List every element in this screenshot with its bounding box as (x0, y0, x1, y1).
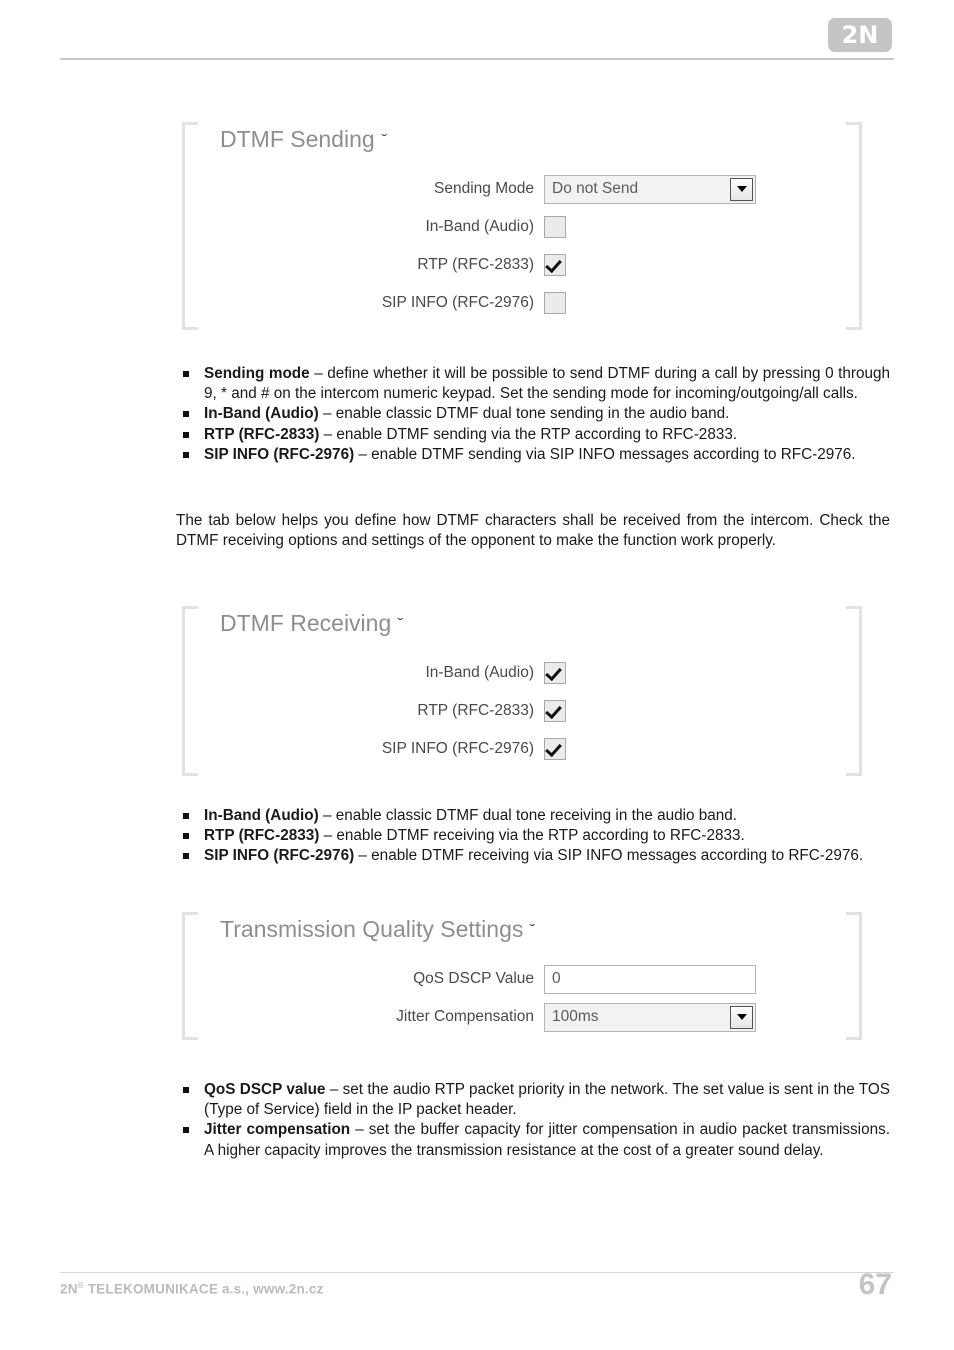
panel-title-transmission-quality[interactable]: Transmission Quality Settings ˇ (220, 916, 536, 943)
panel-title-text: DTMF Receiving (220, 610, 392, 636)
chevron-down-icon[interactable]: ˇ (530, 921, 536, 937)
bullet-text: – enable classic DTMF dual tone receivin… (318, 807, 738, 824)
middle-paragraph-block: The tab below helps you define how DTMF … (176, 511, 890, 551)
bullet-text: – enable DTMF receiving via the RTP acco… (319, 827, 745, 845)
brand-logo-2n: 2N (828, 18, 892, 52)
form-row-in-band-audio-send: In-Band (Audio) (182, 208, 862, 246)
footer-company-rest: TELEKOMUNIKACE a.s., www.2n.cz (83, 1281, 324, 1297)
bullet-term: Jitter compensation (204, 1121, 351, 1139)
form-row-sending-mode: Sending Mode Do not Send (182, 170, 862, 208)
checkbox-sip-info-rfc2976-receive[interactable] (544, 738, 566, 760)
form-row-sip-info-rfc2976-send: SIP INFO (RFC-2976) (182, 284, 862, 322)
checkbox-rtp-rfc2833-receive[interactable] (544, 700, 566, 722)
bullet-term: In-Band (Audio) (204, 807, 319, 824)
form-row-qos-dscp-value: QoS DSCP Value 0 (182, 960, 862, 998)
select-jitter-compensation-value: 100ms (552, 1008, 599, 1025)
control-wrap: 100ms (544, 1002, 756, 1032)
control-wrap (544, 216, 566, 238)
quality-description-block: QoS DSCP value – set the audio RTP packe… (176, 1080, 890, 1161)
form-row-rtp-rfc2833-receive: RTP (RFC-2833) (182, 692, 862, 730)
page-header: 2N (0, 0, 954, 70)
list-item: QoS DSCP value – set the audio RTP packe… (176, 1080, 890, 1120)
select-sending-mode[interactable]: Do not Send (544, 174, 756, 204)
sending-description-block: Sending mode – define whether it will be… (176, 364, 890, 465)
input-qos-dscp-value[interactable]: 0 (544, 964, 756, 994)
bullet-text: – enable DTMF receiving via SIP INFO mes… (354, 847, 864, 865)
list-item: In-Band (Audio) – enable classic DTMF du… (176, 404, 890, 424)
list-item: In-Band (Audio) – enable classic DTMF du… (176, 806, 890, 826)
form-row-jitter-compensation: Jitter Compensation 100ms (182, 998, 862, 1036)
form-row-in-band-audio-receive: In-Band (Audio) (182, 654, 862, 692)
dropdown-arrow-icon[interactable] (730, 177, 753, 201)
select-sending-mode-value: Do not Send (552, 180, 639, 197)
bullet-term: RTP (RFC-2833) (204, 827, 320, 845)
panel-form-rows: Sending Mode Do not Send In-Band (Audio)… (182, 170, 862, 322)
page-number: 67 (858, 1268, 892, 1301)
dropdown-arrow-icon[interactable] (730, 1005, 753, 1029)
chevron-down-icon[interactable]: ˇ (381, 131, 387, 147)
panel-transmission-quality-settings: Transmission Quality Settings ˇ QoS DSCP … (182, 912, 862, 1040)
checkbox-in-band-audio-receive[interactable] (544, 662, 566, 684)
bullet-term: QoS DSCP value (204, 1081, 326, 1098)
header-divider (60, 58, 894, 60)
list-item: Sending mode – define whether it will be… (176, 364, 890, 404)
checkbox-in-band-audio-send[interactable] (544, 216, 566, 238)
label-in-band-audio-receive: In-Band (Audio) (425, 664, 534, 681)
input-qos-dscp-value-text: 0 (552, 970, 561, 987)
select-jitter-compensation[interactable]: 100ms (544, 1002, 756, 1032)
quality-bullet-list: QoS DSCP value – set the audio RTP packe… (176, 1080, 890, 1161)
receiving-bullet-list: In-Band (Audio) – enable classic DTMF du… (176, 806, 890, 867)
bullet-term: SIP INFO (RFC-2976) (204, 445, 355, 463)
panel-title-text: Transmission Quality Settings (220, 916, 524, 942)
panel-dtmf-receiving: DTMF Receiving ˇ In-Band (Audio) RTP (RFC… (182, 606, 862, 776)
control-wrap (544, 292, 566, 314)
panel-dtmf-sending: DTMF Sending ˇ Sending Mode Do not Send I… (182, 122, 862, 330)
bullet-term: In-Band (Audio) (204, 405, 319, 423)
label-rtp-rfc2833-receive: RTP (RFC-2833) (417, 702, 534, 719)
control-wrap: Do not Send (544, 174, 756, 204)
control-wrap (544, 738, 566, 760)
sending-bullet-list: Sending mode – define whether it will be… (176, 364, 890, 465)
panel-title-text: DTMF Sending (220, 126, 375, 152)
footer-company-text: 2N® TELEKOMUNIKACE a.s., www.2n.cz (60, 1281, 324, 1297)
chevron-down-icon[interactable]: ˇ (398, 615, 404, 631)
middle-paragraph: The tab below helps you define how DTMF … (176, 512, 890, 550)
form-row-rtp-rfc2833-send: RTP (RFC-2833) (182, 246, 862, 284)
control-wrap: 0 (544, 964, 756, 994)
list-item: RTP (RFC-2833) – enable DTMF sending via… (176, 425, 890, 445)
control-wrap (544, 700, 566, 722)
footer-company-prefix: 2N (60, 1281, 78, 1297)
panel-form-rows: QoS DSCP Value 0 Jitter Compensation 100… (182, 960, 862, 1036)
panel-title-dtmf-receiving[interactable]: DTMF Receiving ˇ (220, 610, 404, 637)
bullet-text: – enable DTMF sending via the RTP accord… (319, 425, 738, 443)
bullet-text: – enable DTMF sending via SIP INFO messa… (354, 445, 856, 463)
footer-divider (60, 1272, 894, 1273)
list-item: RTP (RFC-2833) – enable DTMF receiving v… (176, 826, 890, 846)
control-wrap (544, 254, 566, 276)
label-sip-info-rfc2976-send: SIP INFO (RFC-2976) (381, 294, 534, 311)
bullet-term: RTP (RFC-2833) (204, 425, 320, 443)
label-jitter-compensation: Jitter Compensation (396, 1008, 534, 1025)
label-in-band-audio-send: In-Band (Audio) (425, 218, 534, 235)
control-wrap (544, 662, 566, 684)
label-sending-mode: Sending Mode (434, 180, 534, 197)
panel-form-rows: In-Band (Audio) RTP (RFC-2833) SIP INFO … (182, 654, 862, 768)
label-rtp-rfc2833-send: RTP (RFC-2833) (417, 256, 534, 273)
list-item: Jitter compensation – set the buffer cap… (176, 1120, 890, 1160)
checkbox-rtp-rfc2833-send[interactable] (544, 254, 566, 276)
receiving-description-block: In-Band (Audio) – enable classic DTMF du… (176, 806, 890, 867)
label-sip-info-rfc2976-receive: SIP INFO (RFC-2976) (381, 740, 534, 757)
checkbox-sip-info-rfc2976-send[interactable] (544, 292, 566, 314)
label-qos-dscp-value: QoS DSCP Value (413, 970, 534, 987)
form-row-sip-info-rfc2976-receive: SIP INFO (RFC-2976) (182, 730, 862, 768)
panel-title-dtmf-sending[interactable]: DTMF Sending ˇ (220, 126, 387, 153)
list-item: SIP INFO (RFC-2976) – enable DTMF receiv… (176, 846, 890, 866)
bullet-text: – enable classic DTMF dual tone sending … (318, 405, 730, 423)
list-item: SIP INFO (RFC-2976) – enable DTMF sendin… (176, 445, 890, 465)
bullet-term: Sending mode (204, 365, 310, 382)
bullet-term: SIP INFO (RFC-2976) (204, 847, 355, 865)
